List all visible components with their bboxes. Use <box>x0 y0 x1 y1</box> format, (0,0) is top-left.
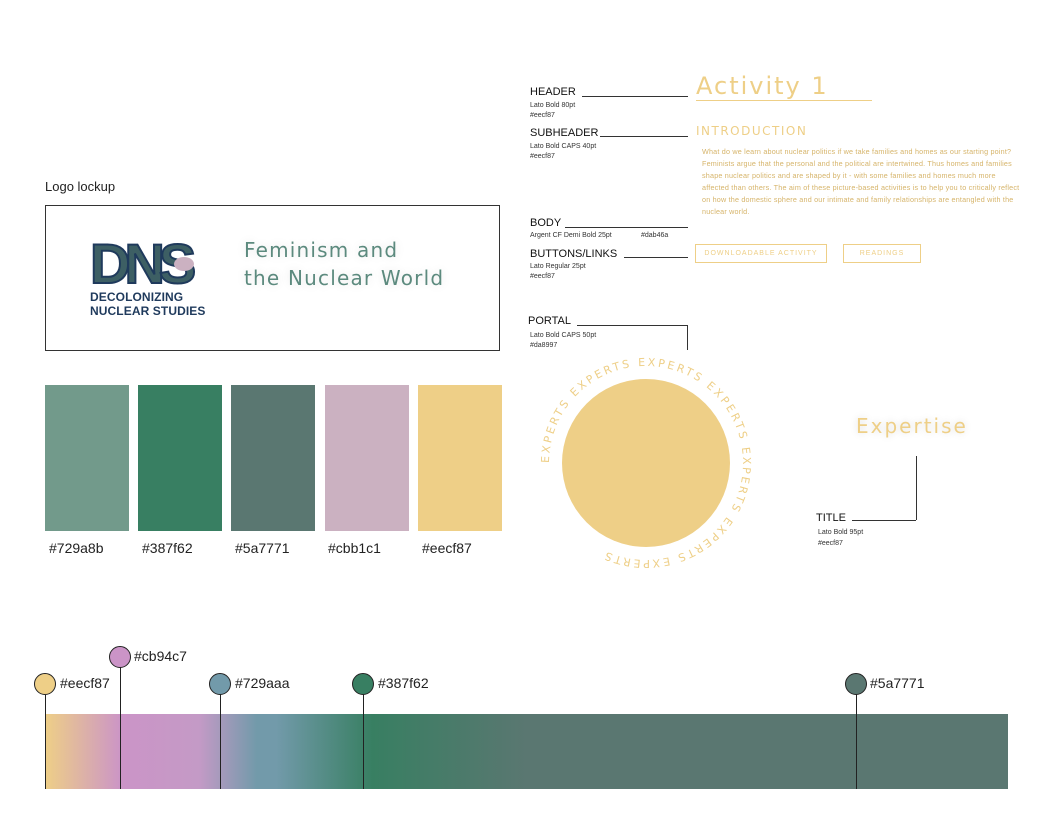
spec-portal-leader <box>687 325 688 350</box>
swatch-label-3: #5a7771 <box>235 540 290 556</box>
logo-accent-shape <box>174 257 194 271</box>
spec-title-title: TITLE <box>816 512 846 524</box>
spec-portal-font: Lato Bold CAPS 50pt <box>530 332 597 339</box>
swatch-5 <box>418 385 502 531</box>
expertise-title: Expertise <box>856 414 968 438</box>
spec-body-rule <box>565 227 688 228</box>
spec-subheader-color: #eecf87 <box>530 153 555 160</box>
spec-subheader-rule <box>600 136 688 137</box>
pin-label-1: #eecf87 <box>60 675 110 691</box>
swatch-label-2: #387f62 <box>142 540 193 556</box>
spec-title-color: #eecf87 <box>818 540 843 547</box>
intro-body: What do we learn about nuclear politics … <box>702 147 1020 216</box>
pin-line-5 <box>856 694 857 789</box>
spec-title-leader <box>916 456 917 520</box>
spec-buttons-color: #eecf87 <box>530 273 555 280</box>
swatch-4 <box>325 385 409 531</box>
spec-body-color: #dab46a <box>641 232 669 239</box>
spec-title-rule <box>852 520 916 521</box>
spec-header-color: #eecf87 <box>530 112 555 119</box>
dns-logo-mark: DNS <box>90 239 202 287</box>
spec-subheader-font: Lato Bold CAPS 40pt <box>530 143 597 150</box>
swatch-1 <box>45 385 129 531</box>
logo-lockup-box: DNS DECOLONIZING NUCLEAR STUDIES Feminis… <box>45 205 500 351</box>
experts-portal[interactable]: EXPERTS EXPERTS EXPERTS EXPERTS EXPERTS … <box>533 350 759 576</box>
logo-subtitle-line2: NUCLEAR STUDIES <box>90 304 206 318</box>
pin-dot-1 <box>34 673 56 695</box>
pin-dot-3 <box>209 673 231 695</box>
pin-dot-2 <box>109 646 131 668</box>
spec-subheader-title: SUBHEADER <box>530 127 599 139</box>
logo-title-line1: Feminism and <box>244 238 399 262</box>
swatch-label-1: #729a8b <box>49 540 104 556</box>
pin-dot-5 <box>845 673 867 695</box>
logo-subtitle: DECOLONIZING NUCLEAR STUDIES <box>90 290 206 318</box>
pin-label-5: #5a7771 <box>870 675 925 691</box>
pin-label-4: #387f62 <box>378 675 429 691</box>
pin-line-1 <box>45 695 46 789</box>
activity-underline <box>696 100 872 101</box>
readings-button[interactable]: READINGS <box>843 244 921 263</box>
pin-line-3 <box>220 694 221 789</box>
spec-header-font: Lato Bold 80pt <box>530 102 576 109</box>
logo-subtitle-line1: DECOLONIZING <box>90 290 184 304</box>
swatch-3 <box>231 385 315 531</box>
spec-portal-rule <box>577 325 688 326</box>
portal-circle[interactable] <box>562 379 730 547</box>
spec-body-font: Argent CF Demi Bold 25pt <box>530 232 612 239</box>
logo-title: Feminism and the Nuclear World <box>244 236 444 292</box>
swatch-label-5: #eecf87 <box>422 540 472 556</box>
spec-buttons-font: Lato Regular 25pt <box>530 263 586 270</box>
spec-buttons-rule <box>624 257 688 258</box>
spec-buttons-title: BUTTONS/LINKS <box>530 248 618 260</box>
spec-title-font: Lato Bold 95pt <box>818 529 864 536</box>
downloadable-activity-button[interactable]: DOWNLOADABLE ACTIVITY <box>695 244 827 263</box>
pin-line-2 <box>120 667 121 789</box>
pin-label-3: #729aaa <box>235 675 290 691</box>
activity-title: Activity 1 <box>696 72 829 100</box>
swatch-2 <box>138 385 222 531</box>
gradient-bar <box>45 714 1008 789</box>
pin-label-2: #cb94c7 <box>134 648 187 664</box>
pin-dot-4 <box>352 673 374 695</box>
pin-line-4 <box>363 694 364 789</box>
spec-body-title: BODY <box>530 217 562 229</box>
spec-portal-title: PORTAL <box>528 315 571 327</box>
logo-title-line2: the Nuclear World <box>244 266 445 290</box>
intro-heading: INTRODUCTION <box>696 124 808 138</box>
spec-header-title: HEADER <box>530 86 576 98</box>
swatch-label-4: #cbb1c1 <box>328 540 381 556</box>
logo-lockup-label: Logo lockup <box>45 179 116 194</box>
spec-header-rule <box>582 96 688 97</box>
